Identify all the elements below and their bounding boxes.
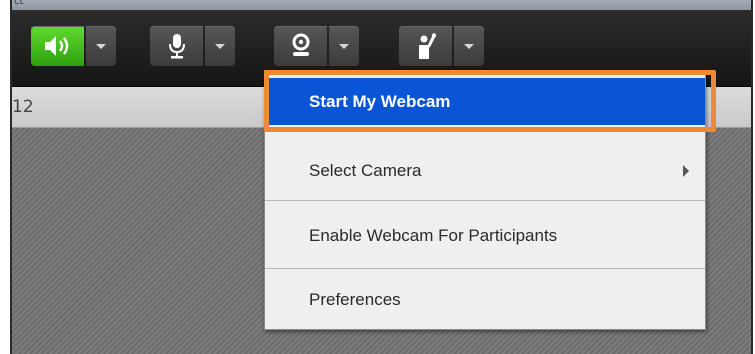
menu-item-enable-webcam-for-participants[interactable]: Enable Webcam For Participants <box>265 204 705 268</box>
speaker-button[interactable] <box>31 26 84 66</box>
webcam-options-button[interactable] <box>329 26 359 66</box>
chevron-down-icon <box>464 43 474 49</box>
chevron-right-icon <box>683 165 689 177</box>
webcam-button[interactable] <box>274 26 327 66</box>
menu-item-select-camera[interactable]: Select Camera <box>265 142 705 200</box>
microphone-control <box>150 26 235 66</box>
microphone-options-button[interactable] <box>205 26 235 66</box>
menu-item-preferences[interactable]: Preferences <box>265 272 705 328</box>
menu-item-label: Preferences <box>309 290 401 309</box>
status-options-button[interactable] <box>454 26 484 66</box>
title-bar: ct <box>12 0 751 10</box>
raise-hand-button[interactable] <box>399 26 452 66</box>
speaker-options-button[interactable] <box>86 26 116 66</box>
attendee-count: 12 <box>12 97 34 117</box>
menu-item-label: Enable Webcam For Participants <box>309 226 558 245</box>
menu-divider <box>265 268 705 269</box>
menu-divider <box>265 200 705 201</box>
microphone-button[interactable] <box>150 26 203 66</box>
chevron-down-icon <box>215 43 225 49</box>
microphone-icon <box>168 34 185 59</box>
speaker-control <box>31 26 116 66</box>
chevron-down-icon <box>96 43 106 49</box>
speaker-icon <box>44 36 68 56</box>
raise-hand-icon <box>418 33 436 59</box>
highlight-box <box>264 70 716 132</box>
status-control <box>399 26 484 66</box>
webcam-icon <box>292 33 309 56</box>
window-title: ct <box>14 0 24 7</box>
chevron-down-icon <box>339 43 349 49</box>
webcam-control <box>274 26 359 66</box>
menu-item-label: Select Camera <box>309 161 422 180</box>
